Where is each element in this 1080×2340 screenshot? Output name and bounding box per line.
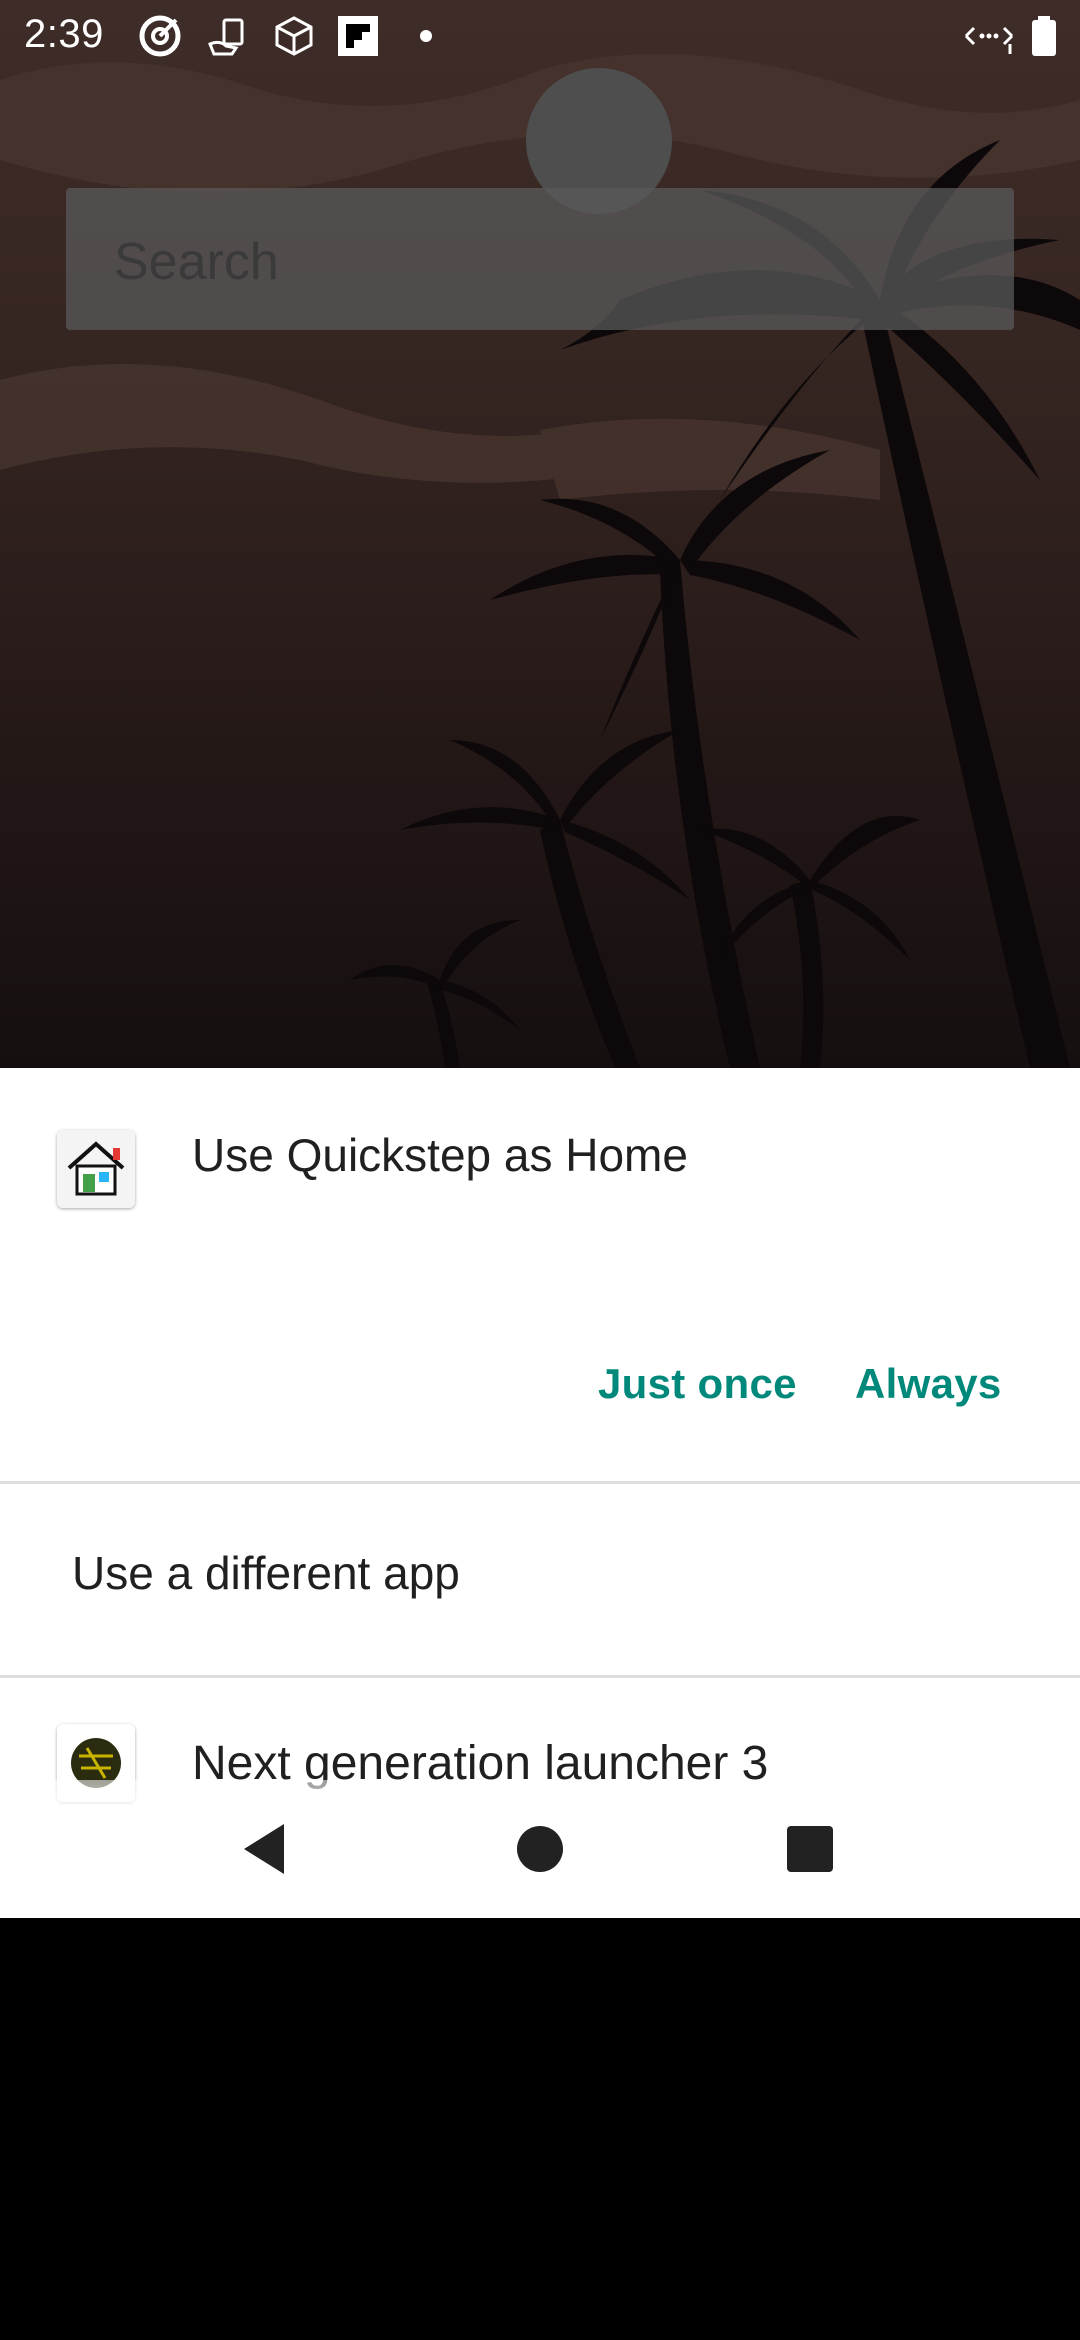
- use-different-app-heading: Use a different app: [72, 1547, 460, 1599]
- home-button-icon[interactable]: [505, 1814, 575, 1884]
- hand-card-icon: [208, 18, 244, 56]
- battery-icon: [1032, 16, 1056, 56]
- quickstep-app-icon: [57, 1130, 135, 1208]
- just-once-button[interactable]: Just once: [598, 1360, 797, 1408]
- status-bar: 2:39: [0, 0, 1080, 72]
- home-icon: [57, 1130, 135, 1208]
- dot-icon: [420, 30, 432, 42]
- divider: [0, 1481, 1080, 1484]
- cube-icon: [275, 16, 313, 56]
- target-icon: [139, 15, 181, 57]
- navigation-bar: [0, 1780, 1080, 1918]
- search-placeholder: Search: [114, 233, 279, 291]
- status-time: 2:39: [24, 12, 104, 56]
- flipboard-icon: [338, 16, 378, 56]
- dialog-title: Use Quickstep as Home: [192, 1129, 688, 1181]
- always-button[interactable]: Always: [855, 1360, 1002, 1408]
- data-arrows-icon: [964, 26, 1014, 54]
- recents-icon[interactable]: [775, 1814, 845, 1884]
- back-icon[interactable]: [230, 1814, 300, 1884]
- divider: [0, 1675, 1080, 1678]
- search-bar[interactable]: Search: [66, 188, 1014, 330]
